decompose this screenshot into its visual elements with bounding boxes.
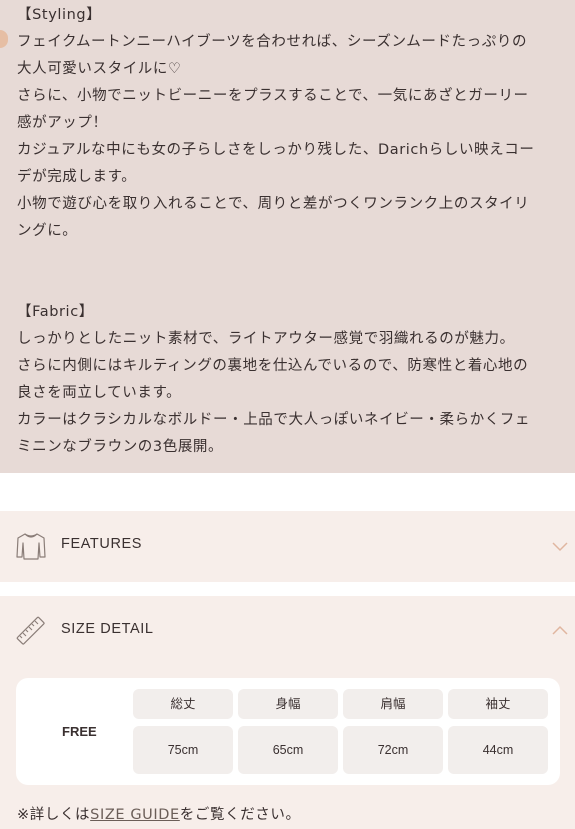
styling-line: ングに。 xyxy=(17,223,78,239)
size-detail-panel: SIZE DETAIL FREE 総丈 身幅 肩幅 袖丈 75cm 65cm 7… xyxy=(0,596,575,829)
styling-line: 小物で遊び心を取り入れることで、周りと差がつくワンランク上のスタイリ xyxy=(17,196,530,212)
size-value: 65cm xyxy=(238,726,338,774)
size-header: 身幅 xyxy=(238,689,338,719)
styling-line: カジュアルな中にも女の子らしさをしっかり残した、Darichらしい映えコー xyxy=(17,142,535,158)
features-panel: FEATURES xyxy=(0,511,575,582)
fabric-line: さらに内側にはキルティングの裏地を仕込んでいるので、防寒性と着心地の xyxy=(17,358,529,374)
size-table: FREE 総丈 身幅 肩幅 袖丈 75cm 65cm 72cm 44cm xyxy=(16,678,560,785)
size-header: 肩幅 xyxy=(343,689,443,719)
size-guide-note: ※詳しくはSIZE GUIDEをご覧ください。 xyxy=(17,803,301,824)
accent-tab xyxy=(0,30,8,48)
size-detail-title: SIZE DETAIL xyxy=(61,621,154,637)
ruler-icon xyxy=(16,616,45,645)
fabric-line: 良さを両立しています。 xyxy=(17,385,182,401)
fabric-line: ミニンなブラウンの3色展開。 xyxy=(17,439,224,455)
features-title: FEATURES xyxy=(61,536,143,552)
styling-line: さらに、小物でニットビーニーをプラスすることで、一気にあざとガーリー xyxy=(17,88,529,104)
size-guide-link[interactable]: SIZE GUIDE xyxy=(90,807,180,823)
size-value: 44cm xyxy=(448,726,548,774)
styling-line: デが完成します。 xyxy=(17,169,137,185)
size-label: FREE xyxy=(62,724,97,739)
styling-heading: 【Styling】 xyxy=(17,7,102,23)
size-value: 72cm xyxy=(343,726,443,774)
product-description: 【Styling】 フェイクムートンニーハイブーツを合わせれば、シーズンムードた… xyxy=(0,0,575,473)
sweater-icon xyxy=(16,533,46,560)
size-value: 75cm xyxy=(133,726,233,774)
description-text: 【Styling】 フェイクムートンニーハイブーツを合わせれば、シーズンムードた… xyxy=(17,2,569,461)
size-detail-toggle[interactable]: SIZE DETAIL xyxy=(0,596,575,666)
fabric-heading: 【Fabric】 xyxy=(17,304,94,320)
size-header: 袖丈 xyxy=(448,689,548,719)
note-prefix: ※詳しくは xyxy=(17,807,91,823)
chevron-down-icon xyxy=(552,542,568,552)
features-toggle[interactable]: FEATURES xyxy=(0,511,575,581)
size-header: 総丈 xyxy=(133,689,233,719)
styling-line: 感がアップ！ xyxy=(17,115,108,131)
chevron-up-icon xyxy=(552,625,568,635)
fabric-line: しっかりとしたニット素材で、ライトアウター感覚で羽織れるのが魅力。 xyxy=(17,331,515,347)
fabric-line: カラーはクラシカルなボルドー・上品で大人っぽいネイビー・柔らかくフェ xyxy=(17,412,531,428)
note-suffix: をご覧ください。 xyxy=(179,807,301,823)
styling-line: 大人可愛いスタイルに♡ xyxy=(17,61,182,77)
styling-line: フェイクムートンニーハイブーツを合わせれば、シーズンムードたっぷりの xyxy=(17,34,528,50)
